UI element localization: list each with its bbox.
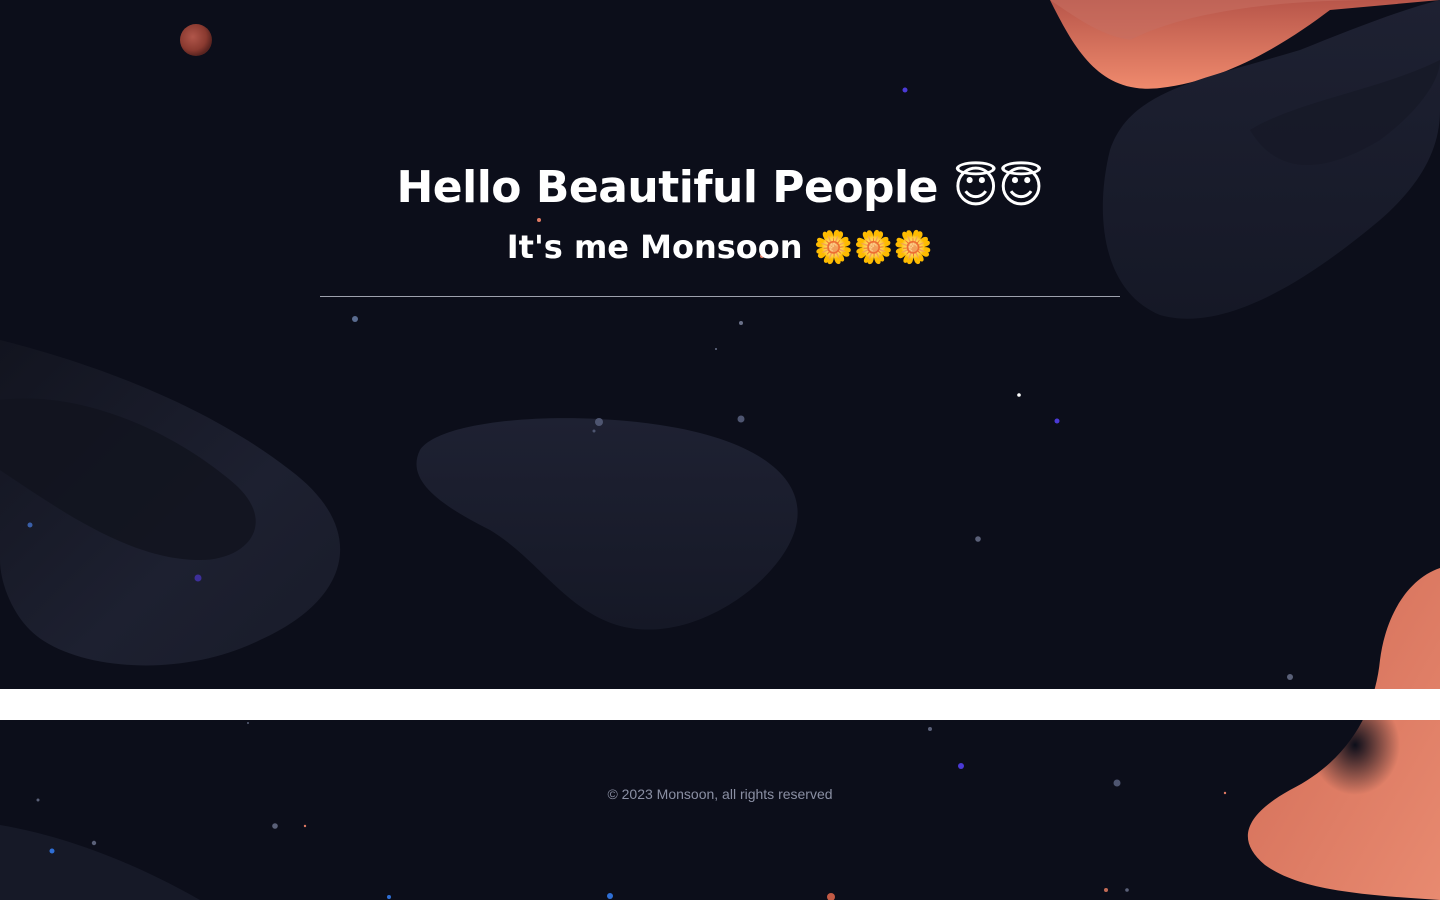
footer: © 2023 Monsoon, all rights reserved xyxy=(0,784,1440,804)
footer-separator-band xyxy=(0,689,1440,720)
background-art xyxy=(0,0,1440,900)
landing-page: Hello Beautiful People 😇😇 It's me Monsoo… xyxy=(0,0,1440,900)
dark-blob-center xyxy=(416,418,798,630)
planet-icon xyxy=(180,24,212,56)
dark-blob-bottom-left xyxy=(0,825,200,900)
copyright-text: © 2023 Monsoon, all rights reserved xyxy=(607,786,833,802)
hero-title: Hello Beautiful People 😇😇 xyxy=(396,162,1044,213)
hero-divider xyxy=(320,296,1120,297)
hero-section: Hello Beautiful People 😇😇 It's me Monsoo… xyxy=(320,150,1120,297)
hero-subtitle: It's me Monsoon 🌼🌼🌼 xyxy=(506,228,934,266)
